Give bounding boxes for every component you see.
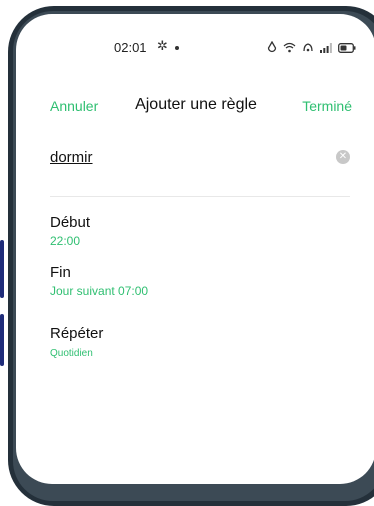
- gear-icon: ✲: [157, 38, 168, 53]
- done-button[interactable]: Terminé: [302, 98, 352, 114]
- rule-name-input[interactable]: dormir: [50, 149, 93, 166]
- phone-screen: 02:01 ✲ Annuler Ajouter une règle Termin…: [16, 14, 374, 484]
- volume-button: [0, 240, 4, 298]
- repeat-value: Quotidien: [50, 348, 93, 359]
- dot-icon: [175, 46, 179, 50]
- divider: [50, 196, 350, 197]
- rule-name-field[interactable]: dormir ✕: [50, 149, 350, 171]
- page-header: Annuler Ajouter une règle Terminé: [16, 96, 374, 116]
- wifi-icon: [283, 40, 296, 58]
- status-bar: 02:01 ✲: [16, 38, 374, 58]
- hotspot-icon: [302, 40, 314, 58]
- power-button: [0, 314, 4, 366]
- start-label: Début: [50, 214, 91, 231]
- end-value: Jour suivant 07:00: [50, 284, 149, 298]
- status-icons: [267, 40, 356, 58]
- start-time-setting[interactable]: Début 22:00: [50, 214, 90, 248]
- signal-icon: [320, 40, 332, 58]
- repeat-setting[interactable]: Répéter Quotidien: [50, 325, 103, 359]
- end-time-setting[interactable]: Fin Jour suivant 07:00: [50, 264, 148, 298]
- repeat-label: Répéter: [50, 325, 104, 342]
- status-time: 02:01: [114, 40, 147, 55]
- battery-icon: [338, 40, 356, 58]
- clear-icon[interactable]: ✕: [336, 150, 350, 164]
- start-value: 22:00: [50, 234, 81, 248]
- alarm-icon: [267, 40, 277, 58]
- end-label: Fin: [50, 264, 71, 281]
